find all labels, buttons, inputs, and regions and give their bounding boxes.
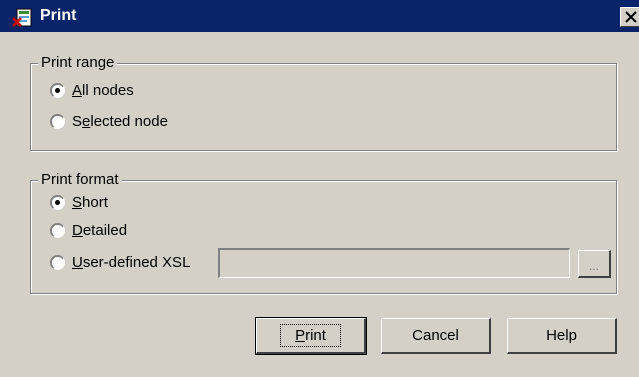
help-button[interactable]: Help xyxy=(507,318,617,354)
close-button[interactable] xyxy=(620,7,639,27)
close-icon xyxy=(625,11,637,23)
radio-indicator xyxy=(50,195,65,210)
print-button[interactable]: Print xyxy=(255,317,367,355)
radio-indicator xyxy=(50,83,65,98)
print-doc-icon xyxy=(12,6,34,28)
radio-label: Selected node xyxy=(72,113,168,130)
print-dialog: Print Print range All nodes Selected nod… xyxy=(0,0,639,377)
radio-label: All nodes xyxy=(72,82,134,99)
radio-indicator xyxy=(50,114,65,129)
xsl-path-input[interactable] xyxy=(218,248,570,278)
title-bar[interactable]: Print xyxy=(0,0,639,32)
radio-label: Detailed xyxy=(72,222,128,239)
radio-label: User-defined XSL xyxy=(72,254,191,271)
print-range-legend: Print range xyxy=(38,53,118,73)
browse-xsl-button[interactable]: ... xyxy=(578,250,611,278)
cancel-button[interactable]: Cancel xyxy=(381,318,491,354)
print-button-label: Print xyxy=(280,324,341,347)
print-range-group: Print range xyxy=(30,53,617,151)
radio-indicator xyxy=(50,255,65,270)
window-title: Print xyxy=(40,7,77,24)
radio-label: Short xyxy=(72,194,108,211)
radio-indicator xyxy=(50,223,65,238)
print-format-legend: Print format xyxy=(38,170,122,190)
